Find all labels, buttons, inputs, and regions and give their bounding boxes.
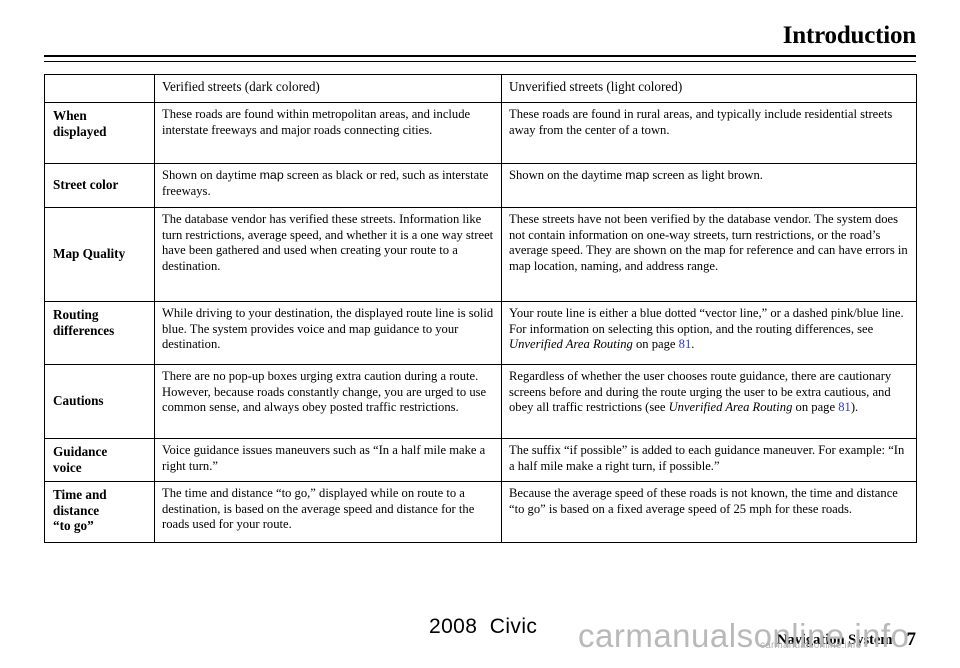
row-label-line3: “to go” [53,518,94,533]
cell-verified-time-and-distance: The time and distance “to go,” displayed… [154,481,502,543]
row-label-line1: Routing [53,307,99,322]
row-label-line2: differences [53,322,115,338]
street-verification-comparison-table: Verified streets (dark colored) Unverifi… [44,74,917,543]
cell-text: While driving to your destination, the d… [162,306,494,352]
cell-verified-routing-differences: While driving to your destination, the d… [154,301,502,365]
table-row: Routing differences While driving to you… [44,301,917,365]
table-header: Verified streets (dark colored) Unverifi… [44,74,917,103]
footer-section-and-page: Navigation System 7 [762,612,916,668]
cell-unverified-when-displayed: These roads are found in rural areas, an… [501,102,917,164]
cell-text: These roads are found within metropolita… [162,107,471,137]
footer-page-number: 7 [906,629,917,650]
cell-text: There are no pop-up boxes urging extra c… [162,369,487,415]
cell-text-part: Your route line is either a blue dotted … [509,306,904,336]
row-label-map-quality: Map Quality [44,207,155,302]
table-row: Guidance voice Voice guidance issues man… [44,438,917,482]
cell-verified-cautions: There are no pop-up boxes urging extra c… [154,364,502,439]
cell-unverified-guidance-voice: The suffix “if possible” is added to eac… [501,438,917,482]
cell-verified-street-color: Shown on daytime map screen as black or … [154,163,502,208]
table-row: Cautions There are no pop-up boxes urgin… [44,364,917,439]
cell-text-reference-title: Unverified Area Routing [668,400,793,415]
cell-verified-guidance-voice: Voice guidance issues maneuvers such as … [154,438,502,482]
cell-text: These streets have not been verified by … [509,212,908,273]
row-label-line1: Time and [53,487,107,502]
cell-text-part: . [691,337,695,352]
column-header-unverified: Unverified streets (light colored) [501,74,917,103]
table-row: Street color Shown on daytime map screen… [44,163,917,208]
cell-text-part: screen as light brown. [649,168,763,182]
cell-text-reference-title: Unverified Area Routing [509,337,633,352]
table-row: Time and distance “to go” The time and d… [44,481,917,543]
cell-unverified-time-and-distance: Because the average speed of these roads… [501,481,917,543]
cell-text-part: Shown on the daytime [509,168,626,182]
cell-text-part: ). [850,400,859,415]
table-row: When displayed These roads are found wit… [44,102,917,164]
table-body: When displayed These roads are found wit… [44,102,917,543]
page-title: Introduction [782,22,916,49]
row-label-routing-differences: Routing differences [44,301,155,365]
cell-unverified-routing-differences: Your route line is either a blue dotted … [501,301,917,365]
footer-section-name: Navigation System [776,632,893,648]
cell-text-map-keyword: map [259,168,284,182]
cell-text: The suffix “if possible” is added to eac… [509,443,905,473]
row-label-line2: displayed [53,123,107,139]
row-label-when-displayed: When displayed [44,102,155,164]
row-label-line1: Guidance [53,444,108,459]
row-label-line2: distance [53,502,100,518]
cell-text-part: Shown on daytime [162,168,260,182]
cell-verified-when-displayed: These roads are found within metropolita… [154,102,502,164]
cell-unverified-cautions: Regardless of whether the user chooses r… [501,364,917,439]
cell-text-part: on page [792,400,839,415]
page-reference-link[interactable]: 81 [679,337,692,351]
cell-text: The database vendor has verified these s… [162,212,494,273]
cell-text: Because the average speed of these roads… [509,486,898,516]
table-row: Map Quality The database vendor has veri… [44,207,917,302]
cell-unverified-map-quality: These streets have not been verified by … [501,207,917,302]
page-header: Introduction [44,22,916,62]
column-header-corner [44,74,155,103]
row-label-line2: voice [53,459,82,475]
page-footer: 2008 Civic Navigation System 7 [44,606,916,650]
cell-verified-map-quality: The database vendor has verified these s… [154,207,502,302]
table-header-row: Verified streets (dark colored) Unverifi… [44,74,917,103]
cell-text-map-keyword: map [625,168,650,182]
cell-text-part: on page [632,337,679,352]
cell-text: The time and distance “to go,” displayed… [162,486,475,532]
cell-unverified-street-color: Shown on the daytime map screen as light… [501,163,917,208]
row-label-line1: When [53,108,87,123]
footer-model-name: 2008 Civic [429,615,538,638]
row-label-time-and-distance: Time and distance “to go” [44,481,155,543]
row-label-cautions: Cautions [44,364,155,439]
row-label-street-color: Street color [44,163,155,208]
header-divider [44,55,916,62]
column-header-verified: Verified streets (dark colored) [154,74,502,103]
cell-text: These roads are found in rural areas, an… [509,107,893,137]
row-label-guidance-voice: Guidance voice [44,438,155,482]
page-reference-link[interactable]: 81 [838,400,851,414]
cell-text: Voice guidance issues maneuvers such as … [162,443,486,473]
